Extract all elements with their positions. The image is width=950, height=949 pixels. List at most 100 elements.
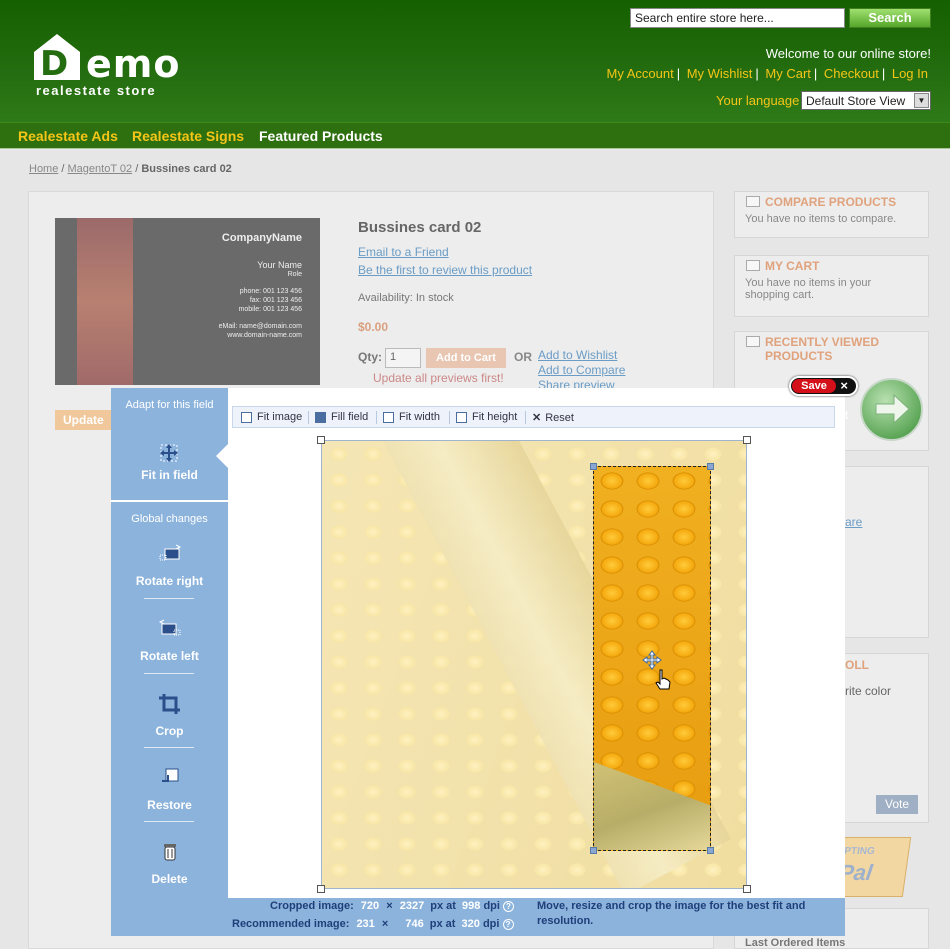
language-label: Your language bbox=[716, 93, 800, 108]
save-button[interactable]: Save bbox=[792, 379, 836, 393]
compare-icon bbox=[746, 196, 760, 207]
product-image-photo-strip bbox=[77, 218, 133, 385]
poll-title: OLL bbox=[845, 658, 869, 672]
resize-handle-tl[interactable] bbox=[317, 436, 325, 444]
update-previews-button[interactable]: Update p bbox=[55, 410, 117, 430]
vote-button[interactable]: Vote bbox=[876, 795, 918, 814]
chevron-down-icon[interactable]: ▼ bbox=[914, 93, 929, 108]
qty-input[interactable]: 1 bbox=[385, 348, 421, 368]
rotate-right-button[interactable]: Rotate right bbox=[111, 543, 228, 588]
add-to-wishlist-link[interactable]: Add to Wishlist bbox=[538, 348, 617, 362]
breadcrumb-category[interactable]: MagentoT 02 bbox=[68, 163, 133, 175]
fit-width-icon bbox=[383, 411, 394, 423]
logo-letter: D bbox=[40, 44, 69, 84]
crop-handle-br[interactable] bbox=[707, 847, 714, 854]
editor-toolbar: Fit image Fill field Fit width Fit heigh… bbox=[232, 406, 835, 428]
fit-height-icon bbox=[456, 411, 467, 423]
fit-in-field-button[interactable]: Fit in field bbox=[111, 434, 228, 496]
crop-husk bbox=[594, 762, 710, 850]
search-button[interactable]: Search bbox=[849, 8, 931, 28]
restore-label: Restore bbox=[147, 798, 192, 812]
rotate-left-icon bbox=[158, 619, 180, 636]
checkout-link[interactable]: Checkout bbox=[824, 66, 879, 81]
fit-image-button[interactable]: Fit image bbox=[241, 411, 302, 423]
recommended-width: 231 bbox=[356, 918, 375, 930]
help-icon[interactable]: ? bbox=[503, 900, 514, 912]
add-to-compare-link[interactable]: Add to Compare bbox=[538, 363, 625, 377]
fit-image-icon bbox=[241, 411, 252, 423]
global-changes-label: Global changes bbox=[131, 513, 208, 525]
language-select[interactable]: Default Store View ▼ bbox=[801, 91, 931, 110]
recommended-image-stats: Recommended image: 231 × 746 px at 320 d… bbox=[232, 918, 514, 930]
crop-handle-tl[interactable] bbox=[590, 463, 597, 470]
card-web: www.domain-name.com bbox=[227, 332, 302, 339]
crop-button[interactable]: Crop bbox=[111, 693, 228, 738]
product-image[interactable]: CompanyName Your Name Role phone: 001 12… bbox=[55, 218, 320, 385]
card-email: eMail: name@domain.com bbox=[218, 323, 302, 330]
rotate-left-button[interactable]: Rotate left bbox=[111, 618, 228, 663]
sidebar-partial-link[interactable]: are bbox=[845, 515, 862, 529]
breadcrumb-home[interactable]: Home bbox=[29, 163, 58, 175]
fill-field-icon bbox=[315, 411, 326, 423]
recent-partial: t bbox=[845, 408, 849, 422]
help-icon[interactable]: ? bbox=[502, 918, 514, 930]
crop-handle-bl[interactable] bbox=[590, 847, 597, 854]
adapt-label: Adapt for this field bbox=[125, 399, 214, 411]
cropped-dpi: 998 bbox=[462, 900, 481, 912]
compare-products-box: COMPARE PRODUCTS You have no items to co… bbox=[734, 191, 929, 238]
poll-question: rite color bbox=[845, 684, 892, 698]
fill-field-button[interactable]: Fill field bbox=[315, 411, 368, 423]
fit-height-button[interactable]: Fit height bbox=[456, 411, 517, 423]
arrow-right-icon[interactable] bbox=[860, 378, 923, 441]
cart-icon bbox=[746, 260, 760, 271]
my-account-link[interactable]: My Account bbox=[607, 66, 674, 81]
divider bbox=[111, 500, 228, 502]
nav-item-featured-products[interactable]: Featured Products bbox=[259, 128, 383, 144]
divider bbox=[308, 411, 309, 424]
crop-handle-tr[interactable] bbox=[707, 463, 714, 470]
card-role: Role bbox=[287, 271, 302, 278]
breadcrumb-separator: / bbox=[132, 163, 142, 175]
resize-handle-tr[interactable] bbox=[743, 436, 751, 444]
divider bbox=[525, 411, 526, 424]
fit-width-button[interactable]: Fit width bbox=[383, 411, 440, 423]
cropped-image-stats: Cropped image: 720 × 2327 px at 998 dpi … bbox=[270, 900, 514, 912]
availability: Availability: In stock bbox=[358, 292, 454, 304]
close-icon[interactable]: × bbox=[840, 378, 848, 394]
cropped-width: 720 bbox=[360, 900, 380, 912]
product-title: Bussines card 02 bbox=[358, 219, 482, 236]
divider bbox=[376, 411, 377, 424]
times-sign: × bbox=[381, 918, 389, 930]
recommended-height: 746 bbox=[405, 918, 424, 930]
move-icon[interactable] bbox=[642, 650, 662, 670]
my-wishlist-link[interactable]: My Wishlist bbox=[687, 66, 753, 81]
reset-label: Reset bbox=[545, 411, 574, 424]
card-company: CompanyName bbox=[221, 232, 302, 244]
email-friend-link[interactable]: Email to a Friend bbox=[358, 245, 449, 259]
rotate-left-label: Rotate left bbox=[140, 649, 199, 663]
add-to-cart-button[interactable]: Add to Cart bbox=[426, 348, 506, 368]
search-input[interactable]: Search entire store here... bbox=[630, 8, 845, 28]
login-link[interactable]: Log In bbox=[892, 66, 928, 81]
resize-handle-bl[interactable] bbox=[317, 885, 325, 893]
rotate-right-label: Rotate right bbox=[135, 574, 204, 588]
welcome-message: Welcome to our online store! bbox=[765, 46, 931, 61]
delete-button[interactable]: Delete bbox=[111, 841, 228, 886]
logo-text[interactable]: emo bbox=[86, 42, 180, 86]
restore-button[interactable]: Restore bbox=[111, 767, 228, 812]
recommended-dpi: 320 bbox=[461, 918, 480, 930]
nav-item-realestate-signs[interactable]: Realestate Signs bbox=[132, 128, 244, 144]
rotate-right-icon bbox=[159, 544, 181, 561]
breadcrumb-separator: / bbox=[58, 163, 68, 175]
review-link[interactable]: Be the first to review this product bbox=[358, 263, 532, 277]
card-fax: fax: 001 123 456 bbox=[249, 297, 302, 304]
nav-item-realestate-ads[interactable]: Realestate Ads bbox=[18, 128, 118, 144]
help-text: Move, resize and crop the image for the … bbox=[537, 900, 806, 927]
reset-button[interactable]: ✕ Reset bbox=[532, 411, 574, 425]
crop-label: Crop bbox=[155, 724, 184, 738]
cart-title: MY CART bbox=[765, 259, 820, 273]
resize-handle-br[interactable] bbox=[743, 885, 751, 893]
my-cart-link[interactable]: My Cart bbox=[765, 66, 811, 81]
divider bbox=[144, 821, 194, 822]
breadcrumb-current: Bussines card 02 bbox=[141, 163, 232, 175]
